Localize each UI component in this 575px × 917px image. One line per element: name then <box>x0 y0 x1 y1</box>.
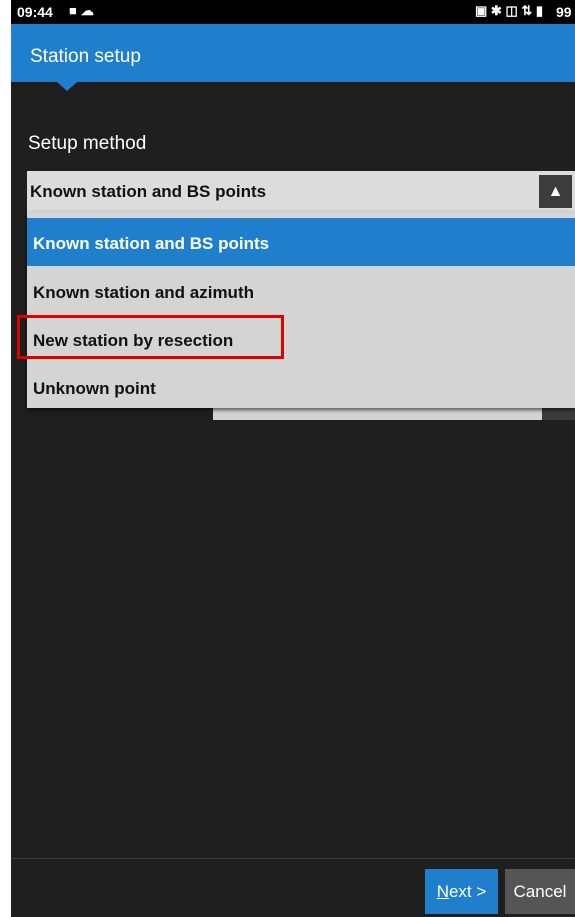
wifi-icon: ⇅ <box>521 3 533 18</box>
dropdown-selected-value: Known station and BS points <box>30 182 267 201</box>
menu-item-label: Known station and BS points <box>33 234 270 253</box>
setup-method-menu: Known station and BS points Known statio… <box>27 212 575 408</box>
setup-method-dropdown[interactable]: Known station and BS points ▲ <box>27 171 575 212</box>
menu-item-known-station-azimuth[interactable]: Known station and azimuth <box>27 267 575 315</box>
battery-percent: 99 <box>556 4 572 20</box>
highlight-annotation <box>17 315 284 359</box>
next-label: ext > <box>448 882 487 901</box>
video-icon: ■ <box>69 3 81 18</box>
menu-item-label: Unknown point <box>33 379 156 398</box>
device-screen: 09:44 ■☁ ▣ ✱ ◫ ⇅ ▮ 99 Station setup Setu… <box>11 0 575 917</box>
vibrate-icon: ◫ <box>505 3 518 18</box>
status-left-icons: ■☁ <box>69 3 98 19</box>
cast-icon: ▣ <box>475 3 488 18</box>
cloud-icon: ☁ <box>80 3 98 18</box>
app-bar: Station setup <box>11 24 575 82</box>
next-button[interactable]: Next > <box>425 869 498 914</box>
footer-divider <box>11 858 575 859</box>
menu-item-known-station-bs[interactable]: Known station and BS points <box>27 218 575 266</box>
chevron-up-icon[interactable]: ▲ <box>539 175 572 208</box>
next-mnemonic: N <box>436 882 449 901</box>
status-bar: 09:44 ■☁ ▣ ✱ ◫ ⇅ ▮ 99 <box>11 0 575 24</box>
cancel-button[interactable]: Cancel <box>505 869 575 914</box>
battery-icon: ▮ <box>535 3 544 18</box>
setup-method-label: Setup method <box>28 133 147 154</box>
menu-item-unknown-point[interactable]: Unknown point <box>27 363 575 411</box>
menu-item-label: Known station and azimuth <box>33 283 254 302</box>
status-right-icons: ▣ ✱ ◫ ⇅ ▮ <box>475 3 543 19</box>
app-bar-notch <box>57 82 77 91</box>
status-time: 09:44 <box>17 4 53 20</box>
page-title: Station setup <box>30 46 141 67</box>
bluetooth-icon: ✱ <box>490 3 502 18</box>
